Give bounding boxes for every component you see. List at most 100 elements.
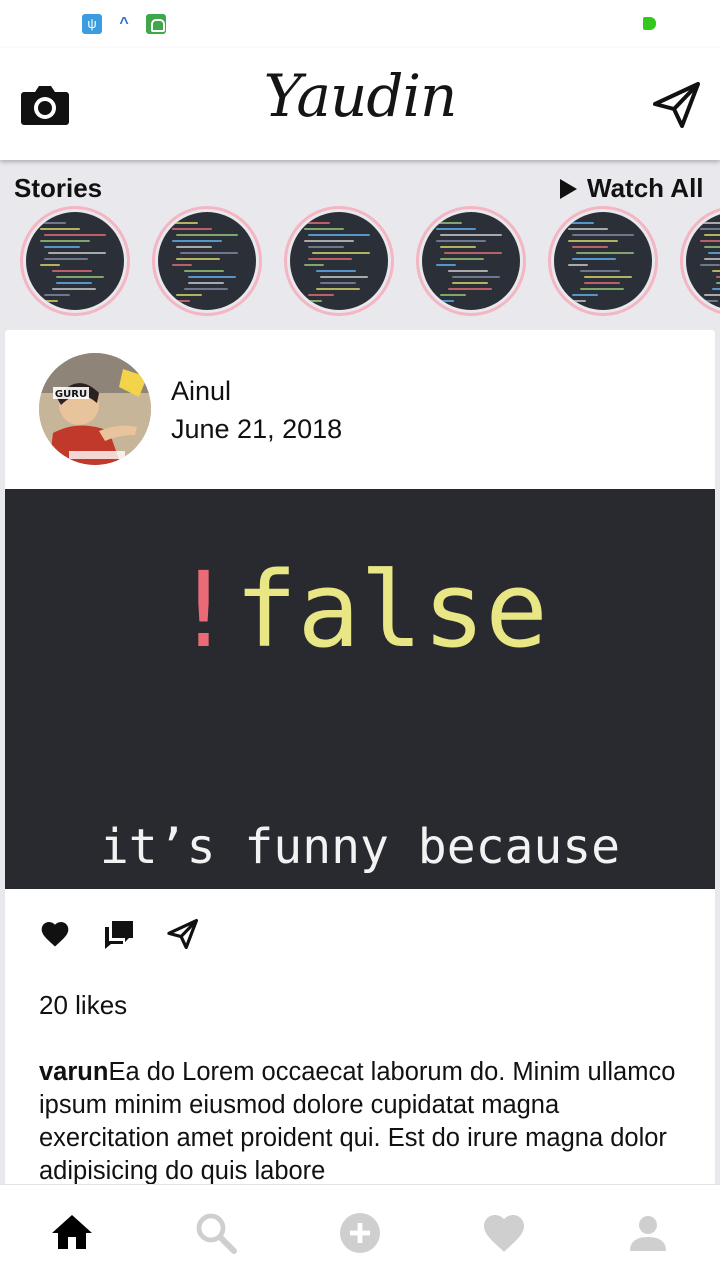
code-line [704, 246, 720, 248]
code-line [712, 288, 720, 290]
code-line [436, 300, 454, 302]
code-line [452, 282, 488, 284]
code-line [576, 252, 634, 254]
code-line [572, 294, 598, 296]
code-line [304, 228, 344, 230]
code-line [316, 270, 356, 272]
code-line [700, 228, 720, 230]
code-line [568, 300, 586, 302]
direct-message-button[interactable] [652, 80, 702, 130]
code-line [320, 282, 356, 284]
code-line [188, 282, 224, 284]
story-item[interactable] [416, 206, 526, 316]
code-line [36, 222, 66, 224]
code-line [444, 252, 502, 254]
code-line [704, 258, 720, 260]
comment-icon [105, 921, 133, 949]
usb-icon: ψ [82, 14, 102, 34]
like-button[interactable] [39, 918, 71, 950]
code-line [716, 276, 720, 278]
code-line [308, 234, 370, 236]
story-thumbnail [158, 212, 256, 310]
code-line [176, 234, 238, 236]
watch-all-button[interactable]: Watch All [560, 173, 704, 204]
code-line [580, 288, 624, 290]
meme-false: false [234, 549, 548, 671]
code-line [568, 240, 618, 242]
nav-add[interactable] [336, 1209, 384, 1257]
story-item[interactable] [680, 206, 720, 316]
code-line [176, 246, 212, 248]
post-author[interactable]: Ainul [171, 376, 231, 407]
code-line [308, 294, 334, 296]
meme-main-text: !false [5, 549, 715, 671]
meme-bang: ! [172, 549, 235, 671]
avatar-image: GURU [39, 353, 151, 465]
code-line [584, 282, 620, 284]
code-line [52, 270, 92, 272]
app-bar: Yaudin [0, 48, 720, 160]
heart-icon [41, 922, 69, 947]
code-line [172, 264, 192, 266]
code-line [316, 288, 360, 290]
code-line [44, 246, 80, 248]
nav-profile[interactable] [624, 1209, 672, 1257]
comment-button[interactable] [103, 918, 135, 950]
status-bar: ψ ^ [0, 0, 720, 48]
add-icon [340, 1213, 380, 1253]
code-line [568, 228, 608, 230]
code-line [564, 222, 594, 224]
post-image[interactable]: !false it’s funny because [5, 489, 715, 889]
code-line [176, 258, 220, 260]
code-line [448, 288, 492, 290]
story-item[interactable] [20, 206, 130, 316]
bottom-nav [0, 1184, 720, 1280]
code-line [40, 240, 90, 242]
heart-icon [484, 1215, 524, 1252]
story-thumbnail [290, 212, 388, 310]
story-item[interactable] [152, 206, 262, 316]
code-line [172, 300, 190, 302]
code-line [440, 246, 476, 248]
code-line [56, 282, 92, 284]
code-line [308, 258, 352, 260]
avatar[interactable]: GURU [39, 353, 151, 465]
code-line [304, 264, 324, 266]
stories-label: Stories [14, 173, 103, 203]
story-item[interactable] [284, 206, 394, 316]
svg-text:GURU: GURU [55, 389, 87, 400]
post-date: June 21, 2018 [171, 414, 343, 444]
search-icon [196, 1213, 237, 1254]
code-line [40, 300, 58, 302]
story-item[interactable] [548, 206, 658, 316]
android-icon [146, 14, 166, 34]
code-line [572, 246, 608, 248]
code-line [44, 258, 88, 260]
code-line [708, 252, 720, 254]
share-icon [167, 918, 199, 950]
code-line [440, 234, 502, 236]
app-title: Yaudin [263, 62, 458, 130]
post-caption: varunEa do Lorem occaecat laborum do. Mi… [39, 1056, 679, 1188]
code-line [304, 240, 354, 242]
code-line [704, 294, 720, 296]
likes-count[interactable]: 20 likes [39, 990, 127, 1021]
code-line [704, 234, 720, 236]
nav-activity[interactable] [480, 1209, 528, 1257]
code-line [48, 252, 106, 254]
code-line [572, 258, 616, 260]
nav-home[interactable] [48, 1209, 96, 1257]
code-line [568, 264, 588, 266]
nav-search[interactable] [192, 1209, 240, 1257]
share-button[interactable] [167, 918, 199, 950]
code-line [40, 264, 60, 266]
code-line [436, 264, 456, 266]
profile-icon [630, 1216, 666, 1251]
story-thumbnail [422, 212, 520, 310]
caption-username[interactable]: varun [39, 1058, 108, 1086]
code-line [172, 228, 212, 230]
code-line [700, 240, 720, 242]
code-line [308, 246, 344, 248]
code-line [56, 276, 104, 278]
code-line [44, 294, 70, 296]
